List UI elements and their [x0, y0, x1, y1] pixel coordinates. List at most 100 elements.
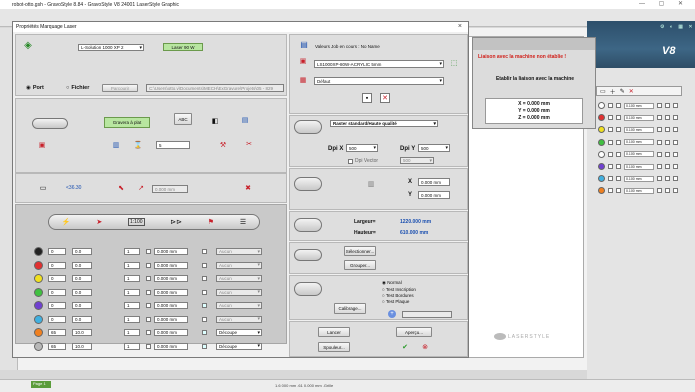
layer-cut-checkbox[interactable] [673, 151, 678, 157]
mode-select[interactable]: Aucun [216, 315, 262, 323]
speed-field[interactable]: 10.0 [72, 329, 92, 336]
layer-cut-checkbox[interactable] [673, 115, 678, 121]
raster-quality-select[interactable]: Raster standard/Haute qualité [330, 120, 438, 127]
enable-checkbox[interactable] [202, 276, 207, 281]
speed-field[interactable]: 10.0 [72, 342, 92, 350]
file-radio[interactable]: ○ [66, 85, 69, 91]
layer-lock-checkbox[interactable] [616, 176, 621, 182]
layer-lock-checkbox[interactable] [616, 139, 621, 145]
enable-checkbox[interactable] [202, 316, 207, 322]
layer-cut-checkbox[interactable] [673, 188, 678, 194]
layer-color-swatch[interactable] [598, 138, 605, 146]
layer-row[interactable]: 0.100 mm [598, 186, 686, 195]
origin-icon[interactable]: ▥ [364, 177, 378, 191]
mode-normal[interactable]: ◉ Normal [382, 280, 416, 286]
speed-field[interactable]: 0.0 [72, 302, 92, 309]
dpi-y-select[interactable]: 500 [418, 144, 450, 152]
passes-field[interactable]: 1 [124, 248, 140, 255]
layer-row[interactable]: 0.100 mm [598, 162, 686, 171]
close-icon[interactable]: × [458, 23, 462, 30]
speed-field[interactable]: 0.0 [72, 261, 92, 269]
layer-option-checkbox[interactable] [657, 139, 662, 145]
layer-row[interactable]: 0.100 mm [598, 125, 686, 134]
offset-field[interactable]: 0.000 mm [154, 248, 188, 255]
layer-color-swatch[interactable] [598, 102, 605, 109]
plus-icon[interactable]: + [388, 310, 396, 318]
layer-edit-icon[interactable]: ✎ [620, 88, 625, 95]
preview-button[interactable]: Aperçu... [396, 327, 432, 337]
angle-icon[interactable]: ↗ [134, 182, 148, 194]
save-material-icon[interactable]: ⬚ [447, 57, 461, 69]
layer-row[interactable]: 0.100 mm [598, 174, 686, 183]
port-radio[interactable]: ◉ [26, 85, 31, 91]
offset-field[interactable]: 0.000 mm [154, 342, 188, 350]
power-field[interactable]: 65 [48, 342, 66, 350]
frequency-checkbox[interactable] [146, 316, 151, 322]
offset-field[interactable]: 0.000 mm [154, 261, 188, 269]
power-field[interactable]: 0 [48, 315, 66, 323]
passes-field[interactable]: 1 [124, 315, 140, 323]
mode-select[interactable]: Aucun [216, 302, 262, 309]
error-icon[interactable]: ▣ [36, 139, 48, 151]
layer-print-checkbox[interactable] [665, 151, 670, 157]
layer-color-swatch[interactable] [598, 163, 605, 170]
layer-print-checkbox[interactable] [665, 188, 670, 194]
default-select[interactable]: Défaut [314, 77, 444, 85]
layer-print-checkbox[interactable] [665, 176, 670, 182]
layer-color-swatch[interactable] [598, 126, 605, 134]
spooler-button[interactable]: Spouleur... [318, 342, 350, 352]
layer-add-icon[interactable]: ＋ [610, 87, 616, 96]
abc-button[interactable]: ABC [174, 113, 192, 125]
mode-select[interactable]: Aucun [216, 275, 262, 282]
pointer-icon[interactable]: ⬉ [114, 182, 128, 194]
x-field[interactable]: 0.000 mm [418, 178, 450, 186]
layer-visible-checkbox[interactable] [608, 115, 613, 121]
file-option[interactable]: ○ Fichier [66, 85, 89, 91]
layer-visible-checkbox[interactable] [608, 139, 613, 145]
cut-icon[interactable]: ✂ [242, 137, 256, 151]
enable-checkbox[interactable] [202, 330, 207, 335]
mode-select[interactable]: Découpe [216, 329, 262, 336]
layer-row[interactable]: 0.100 mm [598, 138, 686, 147]
y-field[interactable]: 0.000 mm [418, 191, 450, 199]
dpi-x-select[interactable]: 500 [346, 144, 378, 152]
frequency-checkbox[interactable] [146, 289, 151, 295]
layer-print-checkbox[interactable] [665, 127, 670, 133]
layer-lock-checkbox[interactable] [616, 188, 621, 194]
layer-cut-checkbox[interactable] [673, 103, 678, 108]
power-field[interactable]: 0 [48, 288, 66, 296]
frequency-checkbox[interactable] [146, 343, 151, 349]
layer-option-checkbox[interactable] [657, 115, 662, 121]
clear-icon[interactable]: ✖ [240, 180, 256, 196]
layer-row[interactable]: 0.100 mm [598, 101, 686, 110]
layer-view-icon[interactable]: ▭ [600, 88, 606, 95]
material-select[interactable]: LS1000XP-80W-ACRYLIC 5mm [314, 60, 444, 68]
speed-field[interactable]: 0.0 [72, 275, 92, 282]
power-field[interactable]: 0 [48, 248, 66, 255]
layer-print-checkbox[interactable] [665, 103, 670, 108]
layer-print-checkbox[interactable] [665, 139, 670, 145]
layer-lock-checkbox[interactable] [616, 164, 621, 169]
layer-print-checkbox[interactable] [665, 115, 670, 121]
layer-cut-checkbox[interactable] [673, 176, 678, 182]
mode-test-bordures[interactable]: ○ Test Bordures [382, 293, 416, 298]
enable-checkbox[interactable] [202, 289, 207, 295]
grid-icon[interactable]: ▤ [238, 113, 252, 127]
offset-field[interactable]: 0.000 mm [154, 302, 188, 309]
cancel-icon[interactable]: ⊗ [420, 342, 430, 352]
passes-field[interactable]: 1 [124, 329, 140, 336]
tool-icon[interactable]: ⚒ [216, 139, 230, 151]
layer-option-checkbox[interactable] [657, 164, 662, 169]
layer-option-checkbox[interactable] [657, 127, 662, 133]
layer-lock-checkbox[interactable] [616, 127, 621, 133]
delete-icon[interactable]: ✕ [380, 93, 390, 103]
layer-visible-checkbox[interactable] [608, 151, 613, 157]
layer-visible-checkbox[interactable] [608, 188, 613, 194]
layer-option-checkbox[interactable] [657, 188, 662, 194]
layer-lock-checkbox[interactable] [616, 103, 621, 108]
layer-option-checkbox[interactable] [657, 176, 662, 182]
offset-field[interactable]: 0.000 mm [154, 315, 188, 323]
launch-button[interactable]: Lancer [318, 327, 350, 337]
mode-select[interactable]: Aucun [216, 261, 262, 269]
mode-select[interactable]: Découpe [216, 342, 262, 350]
